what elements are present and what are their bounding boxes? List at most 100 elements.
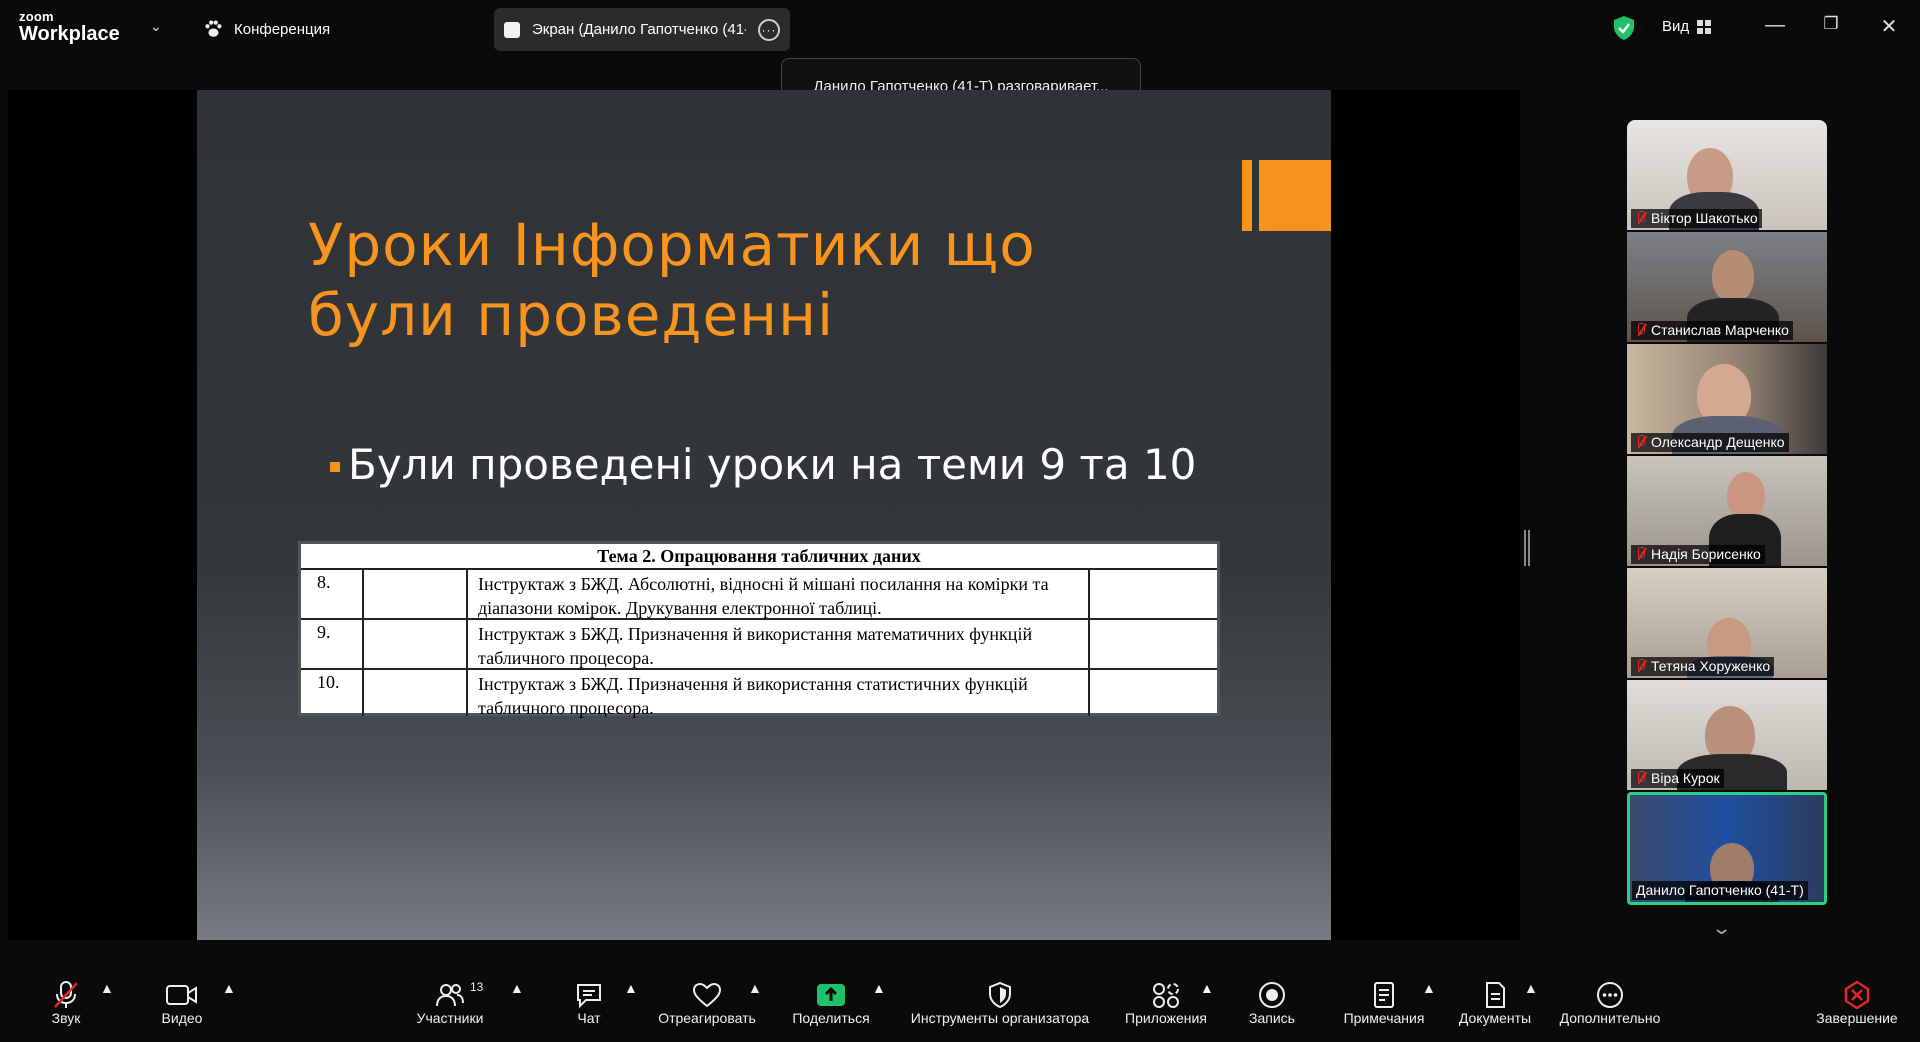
- record-icon: [1246, 980, 1298, 1010]
- chat-icon: [574, 980, 604, 1010]
- panel-resize-handle[interactable]: [1524, 530, 1530, 566]
- participant-name-tag: Надія Борисенко: [1631, 545, 1765, 564]
- video-tile[interactable]: Надія Борисенко: [1627, 456, 1827, 566]
- slide-accent-bar-thick: [1259, 160, 1331, 231]
- host-tools-button[interactable]: Инструменты организатора: [902, 980, 1098, 1026]
- close-icon[interactable]: ✕: [1874, 14, 1904, 39]
- video-button[interactable]: Видео: [158, 980, 206, 1026]
- more-icon: [1554, 980, 1666, 1010]
- view-button[interactable]: Вид: [1662, 18, 1712, 35]
- restore-icon[interactable]: ❐: [1816, 14, 1846, 34]
- top-bar: zoom Workplace ⌄ Конференция Экран (Дани…: [0, 0, 1920, 56]
- video-options-caret-icon[interactable]: ▲: [222, 980, 236, 996]
- bullet-marker-icon: [330, 461, 340, 472]
- participant-name-tag: Віктор Шакотько: [1631, 209, 1762, 228]
- participant-name: Віктор Шакотько: [1651, 210, 1758, 226]
- video-tile-active-speaker[interactable]: Данило Гапотченко (41-Т): [1627, 792, 1827, 905]
- screen-share-pill[interactable]: Экран (Данило Гапотченко (41- ···: [494, 8, 790, 51]
- more-label: Дополнительно: [1559, 1010, 1661, 1026]
- muted-mic-icon: [1635, 659, 1647, 673]
- logo-top-text: zoom: [19, 9, 54, 24]
- slide-bullet-text: Були проведені уроки на теми 9 та 10: [348, 440, 1197, 489]
- participant-name-tag: Олександр Дещенко: [1631, 433, 1789, 452]
- muted-mic-icon: [1635, 323, 1647, 337]
- participant-name-tag: Віра Курок: [1631, 769, 1724, 788]
- share-options-caret-icon[interactable]: ▲: [872, 980, 886, 996]
- video-tile[interactable]: Віра Курок: [1627, 680, 1827, 790]
- more-button[interactable]: Дополнительно: [1554, 980, 1666, 1026]
- notes-button[interactable]: Примечания: [1338, 980, 1430, 1026]
- table-cell-empty: [364, 570, 468, 618]
- slide-accent-bar-thin: [1242, 160, 1252, 231]
- react-button[interactable]: Отреагировать: [654, 980, 760, 1026]
- table-row: 9. Інструктаж з БЖД. Призначення й викор…: [301, 620, 1217, 670]
- share-button[interactable]: Поделиться: [788, 980, 874, 1026]
- audio-label: Звук: [51, 1010, 81, 1026]
- participant-video-strip: Віктор Шакотько Станислав Марченко Олекс…: [1627, 120, 1827, 907]
- muted-mic-icon: [1635, 435, 1647, 449]
- muted-mic-icon: [1635, 771, 1647, 785]
- table-row: 10. Інструктаж з БЖД. Призначення й вико…: [301, 670, 1217, 718]
- chevron-down-icon[interactable]: ⌄: [150, 18, 162, 35]
- apps-icon: [1120, 980, 1212, 1010]
- participant-name: Олександр Дещенко: [1651, 434, 1785, 450]
- conference-button[interactable]: Конференция: [202, 18, 330, 40]
- video-tile[interactable]: Олександр Дещенко: [1627, 344, 1827, 454]
- muted-mic-icon: [1635, 211, 1647, 225]
- end-meeting-button[interactable]: Завершение: [1812, 980, 1902, 1026]
- more-options-icon[interactable]: ···: [758, 18, 780, 41]
- docs-label: Документы: [1458, 1010, 1532, 1026]
- view-label: Вид: [1662, 18, 1690, 35]
- chat-label: Чат: [577, 1010, 601, 1026]
- participant-name: Данило Гапотченко (41-Т): [1636, 882, 1804, 898]
- chat-button[interactable]: Чат: [574, 980, 604, 1026]
- participants-options-caret-icon[interactable]: ▲: [510, 980, 524, 996]
- security-shield-icon[interactable]: [1612, 15, 1636, 41]
- video-camera-icon: [158, 980, 206, 1010]
- react-options-caret-icon[interactable]: ▲: [748, 980, 762, 996]
- meeting-toolbar: Звук ▲ Видео ▲ 13 Участники ▲ Чат ▲ Отре…: [0, 970, 1920, 1042]
- participant-name-tag: Тетяна Хоруженко: [1631, 657, 1775, 676]
- minimize-icon[interactable]: —: [1760, 14, 1790, 37]
- logo-bottom-text: Workplace: [19, 23, 120, 45]
- muted-mic-icon: [46, 980, 86, 1010]
- apps-label: Приложения: [1125, 1010, 1207, 1026]
- participant-name-tag: Станислав Марченко: [1631, 321, 1793, 340]
- shield-icon: [902, 980, 1098, 1010]
- slide-title: Уроки Інформатики що були проведенні: [308, 211, 1036, 349]
- video-tile[interactable]: Віктор Шакотько: [1627, 120, 1827, 230]
- participants-count: 13: [470, 980, 484, 994]
- audio-button[interactable]: Звук: [46, 980, 86, 1026]
- video-tile[interactable]: Станислав Марченко: [1627, 232, 1827, 342]
- table-cell-topic: Інструктаж з БЖД. Призначення й використ…: [468, 670, 1090, 718]
- table-cell-topic: Інструктаж з БЖД. Абсолютні, відносні й …: [468, 570, 1090, 618]
- conference-label: Конференция: [234, 20, 331, 38]
- slide-bullet: Були проведені уроки на теми 9 та 10: [330, 440, 1196, 489]
- heart-icon: [654, 980, 760, 1010]
- participant-name-tag: Данило Гапотченко (41-Т): [1632, 881, 1808, 900]
- table-cell-number: 10.: [301, 670, 364, 716]
- record-button[interactable]: Запись: [1246, 980, 1298, 1026]
- docs-options-caret-icon[interactable]: ▲: [1524, 980, 1538, 996]
- participant-name: Тетяна Хоруженко: [1651, 658, 1771, 674]
- notes-options-caret-icon[interactable]: ▲: [1422, 980, 1436, 996]
- share-screen-icon: [788, 980, 874, 1010]
- share-label: Поделиться: [792, 1010, 870, 1026]
- notes-label: Примечания: [1343, 1010, 1425, 1026]
- grid-icon: [1697, 19, 1712, 34]
- chat-options-caret-icon[interactable]: ▲: [624, 980, 638, 996]
- end-meeting-label: Завершение: [1816, 1010, 1898, 1026]
- participants-label: Участники: [416, 1010, 484, 1026]
- screen-icon: [504, 21, 520, 38]
- video-tile[interactable]: Тетяна Хоруженко: [1627, 568, 1827, 678]
- apps-button[interactable]: Приложения: [1120, 980, 1212, 1026]
- audio-options-caret-icon[interactable]: ▲: [100, 980, 114, 996]
- host-tools-label: Инструменты организатора: [910, 1010, 1090, 1026]
- apps-options-caret-icon[interactable]: ▲: [1200, 980, 1214, 996]
- table-heading: Тема 2. Опрацювання табличних даних: [301, 544, 1217, 570]
- participants-button[interactable]: 13 Участники: [412, 980, 488, 1026]
- participants-icon: 13: [412, 980, 488, 1010]
- muted-mic-icon: [1635, 547, 1647, 561]
- video-label: Видео: [161, 1010, 203, 1026]
- chevron-down-icon[interactable]: ⌄: [1711, 918, 1732, 939]
